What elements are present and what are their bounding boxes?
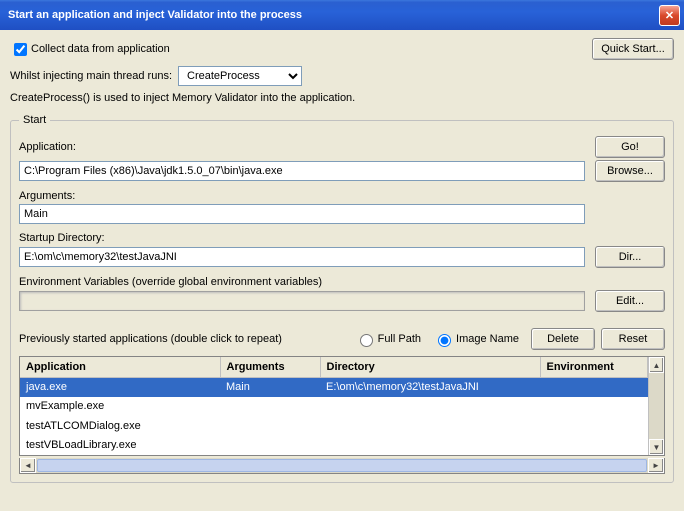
table-row[interactable]: mvExample.exe bbox=[20, 397, 648, 417]
browse-button[interactable]: Browse... bbox=[595, 160, 665, 182]
window-title: Start an application and inject Validato… bbox=[8, 9, 659, 21]
startup-dir-input[interactable] bbox=[19, 247, 585, 267]
startup-dir-label: Startup Directory: bbox=[19, 232, 585, 244]
imagename-radio[interactable]: Image Name bbox=[433, 331, 519, 347]
description-text: CreateProcess() is used to inject Memory… bbox=[10, 92, 674, 104]
delete-button[interactable]: Delete bbox=[531, 328, 595, 350]
col-directory[interactable]: Directory bbox=[320, 357, 540, 377]
collect-data-checkbox[interactable] bbox=[14, 43, 27, 56]
scroll-left-icon: ◄ bbox=[20, 458, 36, 473]
table-row[interactable]: testVBLoadLibrary.exe bbox=[20, 436, 648, 456]
vertical-scrollbar[interactable]: ▲ ▼ bbox=[648, 357, 664, 455]
edit-button[interactable]: Edit... bbox=[595, 290, 665, 312]
inject-label: Whilst injecting main thread runs: bbox=[10, 70, 172, 82]
quick-start-button[interactable]: Quick Start... bbox=[592, 38, 674, 60]
history-table: Application Arguments Directory Environm… bbox=[19, 356, 665, 456]
scroll-right-icon: ► bbox=[648, 458, 664, 473]
scroll-up-icon: ▲ bbox=[649, 357, 664, 373]
dir-button[interactable]: Dir... bbox=[595, 246, 665, 268]
scroll-down-icon: ▼ bbox=[649, 439, 664, 455]
close-icon: ✕ bbox=[665, 9, 674, 22]
fullpath-radio[interactable]: Full Path bbox=[355, 331, 421, 347]
content: Collect data from application Quick Star… bbox=[0, 30, 684, 491]
col-arguments[interactable]: Arguments bbox=[220, 357, 320, 377]
start-group: Start Application: Go! Browse... Argumen… bbox=[10, 114, 674, 483]
titlebar: Start an application and inject Validato… bbox=[0, 0, 684, 30]
table-row[interactable]: testATLCOMDialog.exe bbox=[20, 416, 648, 436]
col-application[interactable]: Application bbox=[20, 357, 220, 377]
previous-apps-label: Previously started applications (double … bbox=[19, 333, 282, 345]
application-input[interactable] bbox=[19, 161, 585, 181]
inject-method-select[interactable]: CreateProcess bbox=[178, 66, 302, 86]
env-vars-label: Environment Variables (override global e… bbox=[19, 276, 585, 288]
start-legend: Start bbox=[19, 114, 50, 126]
table-row[interactable]: java.exeMainE:\om\c\memory32\testJavaJNI bbox=[20, 377, 648, 397]
arguments-input[interactable] bbox=[19, 204, 585, 224]
arguments-label: Arguments: bbox=[19, 190, 585, 202]
col-environment[interactable]: Environment bbox=[540, 357, 648, 377]
go-button[interactable]: Go! bbox=[595, 136, 665, 158]
close-button[interactable]: ✕ bbox=[659, 5, 680, 26]
collect-data-label: Collect data from application bbox=[31, 43, 170, 55]
horizontal-scrollbar[interactable]: ◄ ► bbox=[19, 458, 665, 474]
reset-button[interactable]: Reset bbox=[601, 328, 665, 350]
application-label: Application: bbox=[19, 141, 585, 153]
env-vars-box bbox=[19, 291, 585, 311]
